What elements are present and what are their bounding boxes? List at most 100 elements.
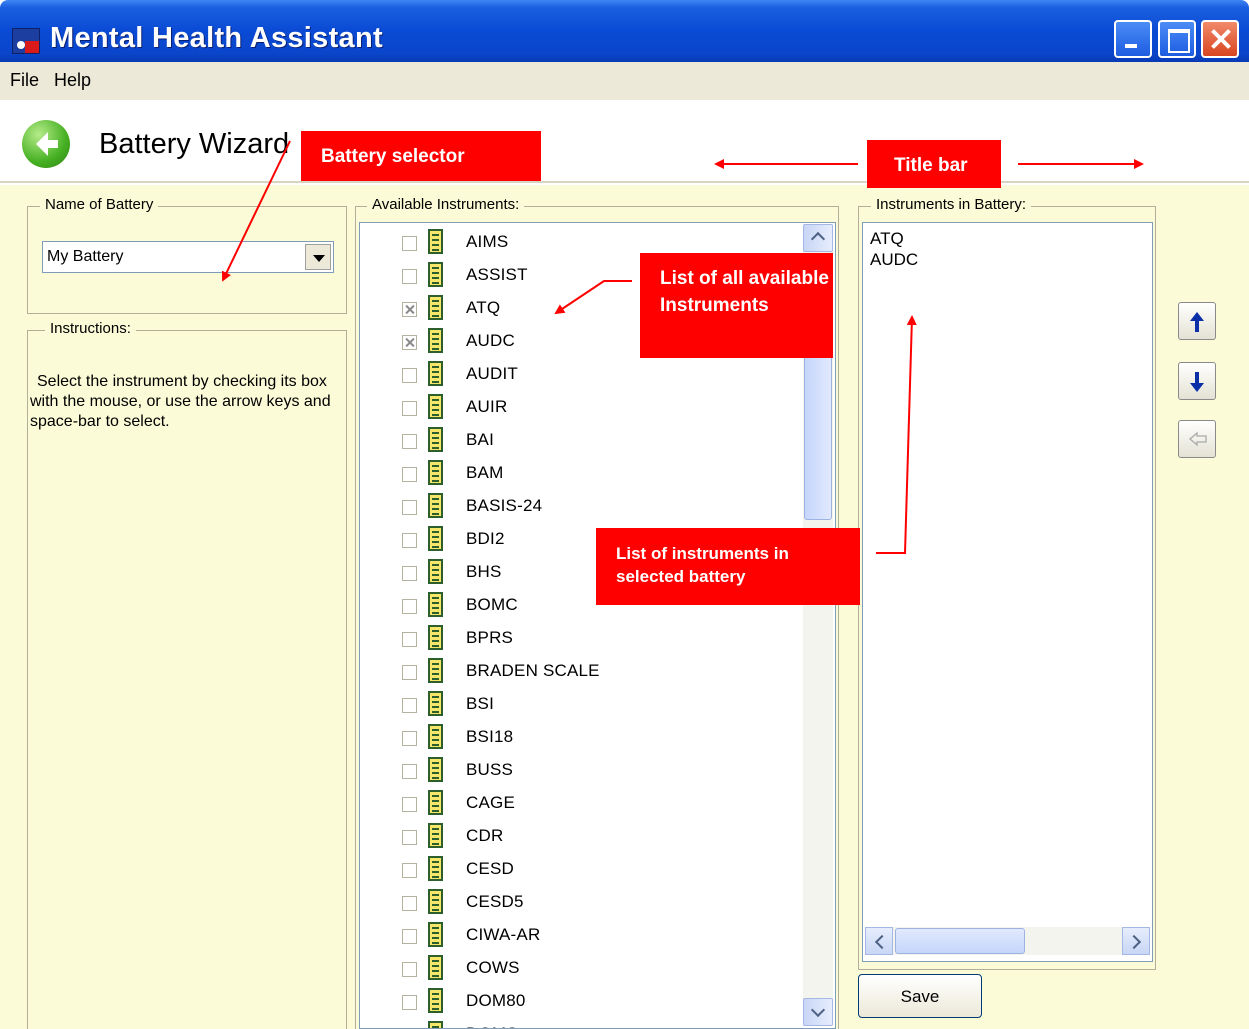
instrument-checkbox[interactable]	[402, 665, 417, 680]
save-button[interactable]: Save	[858, 974, 982, 1018]
instrument-checkbox[interactable]	[402, 698, 417, 713]
instrument-checkbox[interactable]	[402, 236, 417, 251]
instrument-row[interactable]: COWS	[360, 949, 800, 982]
instrument-checkbox[interactable]	[402, 500, 417, 515]
instrument-row[interactable]: CESD	[360, 850, 800, 883]
instrument-checkbox[interactable]	[402, 302, 417, 317]
instrument-checkbox[interactable]	[402, 863, 417, 878]
scroll-up-button[interactable]	[803, 224, 833, 252]
move-up-button[interactable]	[1178, 302, 1216, 340]
app-icon[interactable]	[12, 28, 40, 54]
list-item[interactable]: AUDC	[870, 250, 918, 270]
instrument-label: BUSS	[466, 760, 514, 779]
document-icon	[428, 229, 443, 254]
back-button[interactable]	[22, 120, 70, 168]
minimize-button[interactable]	[1114, 20, 1152, 58]
instrument-checkbox[interactable]	[402, 434, 417, 449]
back-arrow-icon	[36, 132, 58, 156]
instrument-label: CDR	[466, 826, 504, 845]
instrument-row[interactable]: CAGE	[360, 784, 800, 817]
arrow-up-icon	[1190, 312, 1204, 332]
instrument-row[interactable]: BRADEN SCALE	[360, 652, 800, 685]
move-down-button[interactable]	[1178, 362, 1216, 400]
document-icon	[428, 823, 443, 848]
callout-text: Title bar	[894, 155, 968, 176]
instrument-checkbox[interactable]	[402, 368, 417, 383]
instrument-checkbox[interactable]	[402, 929, 417, 944]
instrument-label: AUDC	[466, 331, 515, 350]
instrument-row[interactable]: DOMS	[360, 1015, 800, 1028]
battery-select-value: My Battery	[47, 248, 124, 265]
menu-help[interactable]: Help	[54, 70, 91, 91]
document-icon	[428, 592, 443, 617]
instrument-row[interactable]: BSI	[360, 685, 800, 718]
available-instruments-label: Available Instruments:	[367, 196, 525, 213]
instructions-label: Instructions:	[45, 320, 136, 337]
remove-button[interactable]	[1178, 420, 1216, 458]
instrument-label: BDI2	[466, 529, 505, 548]
document-icon	[428, 559, 443, 584]
window-title: Mental Health Assistant	[50, 22, 383, 54]
instrument-checkbox[interactable]	[402, 995, 417, 1010]
instrument-checkbox[interactable]	[402, 830, 417, 845]
instrument-checkbox[interactable]	[402, 731, 417, 746]
instrument-label: AIMS	[466, 232, 509, 251]
instrument-checkbox[interactable]	[402, 599, 417, 614]
battery-instruments-list[interactable]: ATQ AUDC	[862, 222, 1153, 962]
document-icon	[428, 394, 443, 419]
scroll-left-button[interactable]	[865, 927, 893, 955]
document-icon	[428, 724, 443, 749]
battery-select[interactable]: My Battery	[42, 241, 334, 273]
document-icon	[428, 922, 443, 947]
document-icon	[428, 1021, 443, 1028]
instrument-row[interactable]: BASIS-24	[360, 487, 800, 520]
maximize-button[interactable]	[1158, 20, 1196, 58]
instrument-row[interactable]: BAI	[360, 421, 800, 454]
list-item[interactable]: ATQ	[870, 229, 904, 249]
instrument-checkbox[interactable]	[402, 797, 417, 812]
instrument-checkbox[interactable]	[402, 269, 417, 284]
hscroll-thumb[interactable]	[895, 928, 1025, 954]
instructions-text: Select the instrument by checking its bo…	[30, 373, 331, 430]
page-title: Battery Wizard	[99, 128, 290, 160]
instrument-row[interactable]: BSI18	[360, 718, 800, 751]
arrow-down-icon	[1190, 372, 1204, 392]
document-icon	[428, 955, 443, 980]
instrument-checkbox[interactable]	[402, 533, 417, 548]
instrument-label: DOMS	[466, 1024, 518, 1028]
instrument-checkbox[interactable]	[402, 896, 417, 911]
instrument-row[interactable]: BUSS	[360, 751, 800, 784]
instrument-checkbox[interactable]	[402, 632, 417, 647]
instrument-checkbox[interactable]	[402, 467, 417, 482]
instrument-row[interactable]: AIMS	[360, 223, 800, 256]
instrument-label: BASIS-24	[466, 496, 543, 515]
menu-file[interactable]: File	[10, 70, 39, 91]
instrument-row[interactable]: CESD5	[360, 883, 800, 916]
scroll-down-button[interactable]	[803, 998, 833, 1026]
battery-list-hscrollbar[interactable]	[865, 927, 1150, 955]
instrument-row[interactable]: BAM	[360, 454, 800, 487]
instrument-row[interactable]: AUIR	[360, 388, 800, 421]
instrument-row[interactable]: AUDIT	[360, 355, 800, 388]
instrument-label: COWS	[466, 958, 520, 977]
instrument-checkbox[interactable]	[402, 401, 417, 416]
instrument-label: BSI	[466, 694, 495, 713]
document-icon	[428, 757, 443, 782]
close-button[interactable]	[1201, 20, 1239, 58]
battery-instruments-label: Instruments in Battery:	[871, 196, 1032, 213]
document-icon	[428, 691, 443, 716]
arrow-left-icon	[1189, 431, 1207, 447]
instrument-checkbox[interactable]	[402, 764, 417, 779]
dropdown-arrow-icon[interactable]	[305, 244, 331, 270]
document-icon	[428, 460, 443, 485]
instrument-checkbox[interactable]	[402, 566, 417, 581]
instrument-row[interactable]: BPRS	[360, 619, 800, 652]
save-button-label: Save	[900, 987, 940, 1006]
instrument-checkbox[interactable]	[402, 335, 417, 350]
scroll-right-button[interactable]	[1122, 927, 1150, 955]
instrument-row[interactable]: CDR	[360, 817, 800, 850]
instrument-row[interactable]: CIWA-AR	[360, 916, 800, 949]
instrument-checkbox[interactable]	[402, 962, 417, 977]
instrument-row[interactable]: DOM80	[360, 982, 800, 1015]
instrument-label: BOMC	[466, 595, 518, 614]
